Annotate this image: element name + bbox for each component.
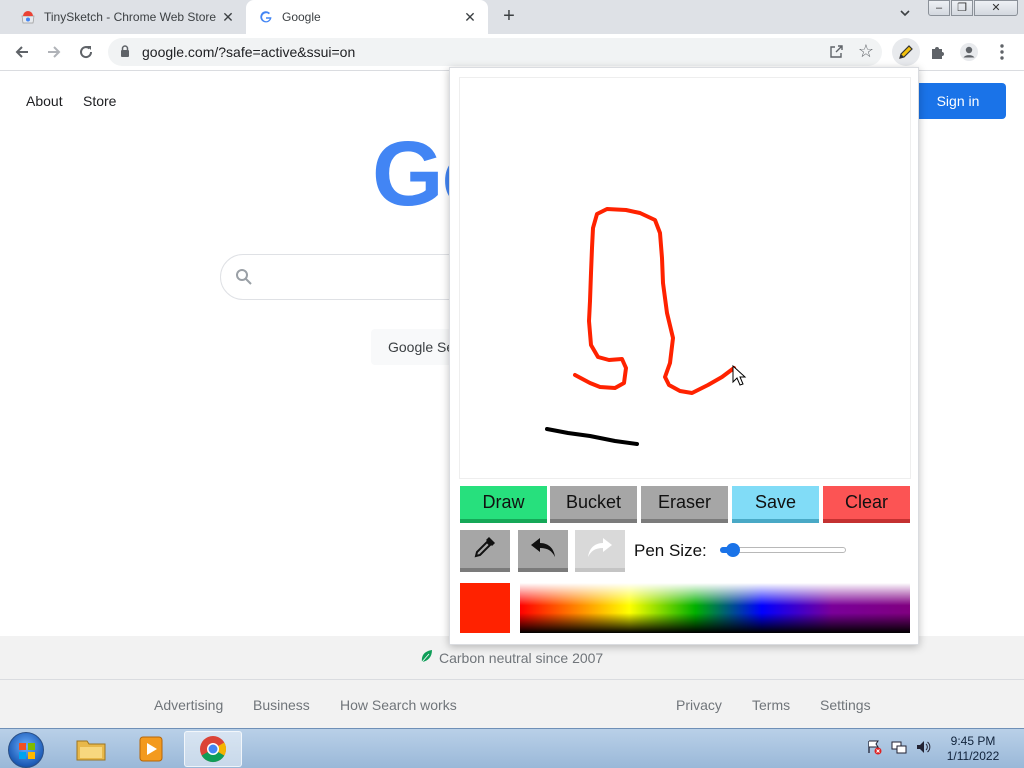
back-icon[interactable] — [10, 40, 34, 64]
pen-size-label: Pen Size: — [634, 541, 707, 560]
profile-avatar-icon[interactable] — [958, 41, 980, 63]
windows-logo-icon — [19, 743, 35, 759]
carbon-neutral-link[interactable]: Carbon neutral since 2007 — [420, 649, 603, 666]
sketch-stroke-2 — [545, 427, 639, 446]
store-link[interactable]: Store — [83, 93, 116, 109]
sign-in-button[interactable]: Sign in — [910, 83, 1006, 119]
bookmark-star-icon[interactable]: ☆ — [858, 41, 874, 62]
maximize-button[interactable]: ❐ — [951, 0, 973, 16]
browser-toolbar: google.com/?safe=active&ssui=on ☆ — [0, 34, 1024, 71]
kebab-menu-icon[interactable] — [991, 41, 1013, 63]
close-tab-icon[interactable]: ✕ — [462, 9, 478, 25]
carbon-neutral-text: Carbon neutral since 2007 — [439, 649, 604, 666]
tab-strip: TinySketch - Chrome Web Store ✕ Google ✕… — [0, 0, 1024, 34]
footer-link-privacy[interactable]: Privacy — [676, 697, 722, 713]
clear-button[interactable]: Clear — [823, 486, 910, 523]
lock-icon[interactable] — [120, 45, 130, 63]
explorer-icon — [76, 740, 106, 761]
save-button[interactable]: Save — [732, 486, 819, 523]
close-tab-icon[interactable]: ✕ — [220, 9, 236, 25]
drawing-canvas[interactable] — [459, 77, 911, 479]
clock-time: 9:45 PM — [950, 734, 996, 748]
tab-title: TinySketch - Chrome Web Store — [44, 10, 217, 24]
undo-icon — [528, 534, 558, 565]
tab-title: Google — [282, 10, 321, 24]
tab-google[interactable]: Google ✕ — [246, 0, 488, 34]
sketch-stroke-1 — [573, 207, 736, 395]
redo-icon — [585, 534, 615, 565]
tinysketch-popup: Draw Bucket Eraser Save Clear Pen Size: — [449, 67, 919, 645]
search-icon — [235, 268, 253, 291]
footer-link-terms[interactable]: Terms — [752, 697, 790, 713]
windows-taskbar: 9:45 PM 1/11/2022 — [0, 728, 1024, 768]
chrome-icon — [200, 736, 227, 763]
eyedropper-icon — [472, 534, 498, 565]
taskbar-explorer[interactable] — [62, 731, 120, 767]
extensions-puzzle-icon[interactable] — [927, 41, 949, 63]
slider-thumb[interactable] — [726, 543, 740, 557]
taskbar-media-player[interactable] — [122, 731, 180, 767]
window-close-button[interactable]: ✕ — [974, 0, 1018, 16]
current-color-swatch[interactable] — [460, 583, 510, 633]
draw-button[interactable]: Draw — [460, 486, 547, 523]
about-link[interactable]: About — [26, 93, 63, 109]
leaf-icon — [420, 649, 433, 666]
volume-icon[interactable] — [915, 739, 931, 755]
footer-link-business[interactable]: Business — [253, 697, 310, 713]
undo-button[interactable] — [518, 530, 568, 572]
color-palette[interactable] — [520, 583, 910, 633]
address-bar[interactable]: google.com/?safe=active&ssui=on ☆ — [108, 38, 882, 66]
minimize-button[interactable]: – — [928, 0, 950, 16]
share-icon[interactable] — [829, 44, 844, 64]
bucket-button[interactable]: Bucket — [550, 486, 637, 523]
footer-link-how-search-works[interactable]: How Search works — [340, 697, 457, 713]
footer-link-settings[interactable]: Settings — [820, 697, 871, 713]
clock-date: 1/11/2022 — [946, 749, 1000, 763]
google-footer: Carbon neutral since 2007 Advertising Bu… — [0, 636, 1024, 728]
redo-button[interactable] — [575, 530, 625, 572]
tab-tinysketch[interactable]: TinySketch - Chrome Web Store ✕ — [8, 0, 246, 34]
forward-icon[interactable] — [42, 40, 66, 64]
media-player-icon — [139, 736, 163, 762]
new-tab-button[interactable]: + — [497, 5, 521, 29]
tab-search-icon[interactable] — [893, 6, 917, 28]
action-center-flag-icon[interactable] — [866, 739, 882, 755]
footer-link-advertising[interactable]: Advertising — [154, 697, 223, 713]
taskbar-chrome[interactable] — [184, 731, 242, 767]
mouse-cursor-icon — [732, 364, 747, 386]
webstore-icon — [20, 9, 36, 25]
tinysketch-extension-icon[interactable] — [892, 38, 920, 66]
eraser-button[interactable]: Eraser — [641, 486, 728, 523]
google-g-icon — [258, 9, 274, 25]
reload-icon[interactable] — [74, 40, 98, 64]
start-button[interactable] — [8, 732, 44, 768]
network-icon[interactable] — [891, 739, 907, 755]
eyedropper-button[interactable] — [460, 530, 510, 572]
url-text[interactable]: google.com/?safe=active&ssui=on — [142, 44, 355, 60]
pen-size-slider[interactable] — [720, 543, 846, 557]
taskbar-clock[interactable]: 9:45 PM 1/11/2022 — [940, 734, 1006, 764]
sketch-strokes — [545, 207, 747, 446]
